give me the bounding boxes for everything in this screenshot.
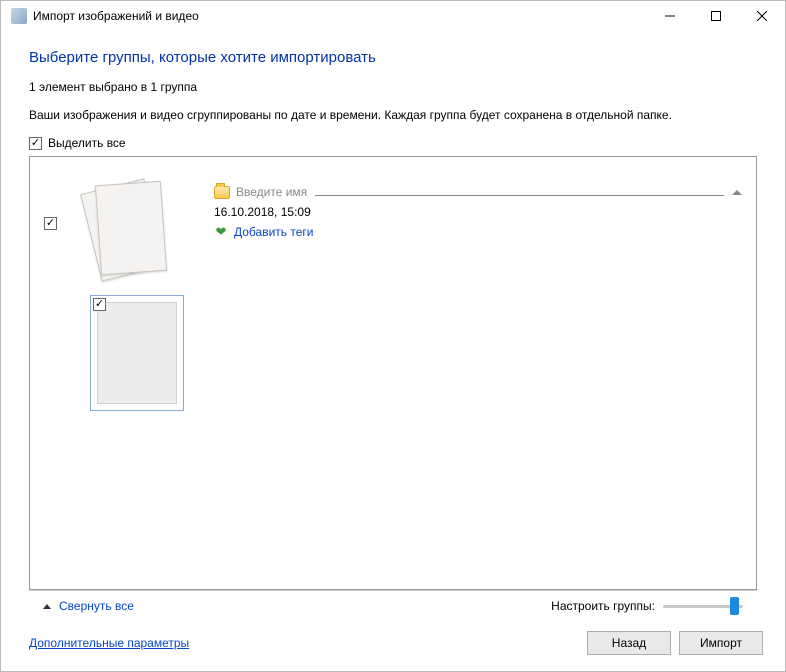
description-text: Ваши изображения и видео сгруппированы п… [29, 108, 757, 122]
group-checkbox[interactable] [44, 217, 57, 230]
list-bottom-bar: Свернуть все Настроить группы: [29, 590, 757, 621]
collapse-all-link[interactable]: Свернуть все [59, 599, 134, 613]
minimize-button[interactable] [647, 1, 693, 31]
thumbnail-item[interactable] [90, 295, 184, 411]
thumbnail-checkbox[interactable] [93, 298, 106, 311]
more-options-link[interactable]: Дополнительные параметры [29, 636, 189, 650]
selection-status: 1 элемент выбрано в 1 группа [29, 80, 757, 94]
select-all-checkbox[interactable] [29, 137, 42, 150]
window-title: Импорт изображений и видео [33, 9, 199, 23]
group-row: Введите имя 16.10.2018, 15:09 ❤ Добавить… [44, 175, 742, 281]
close-button[interactable] [739, 1, 785, 31]
adjust-groups-label: Настроить группы: [551, 599, 655, 613]
page-heading: Выберите группы, которые хотите импортир… [29, 49, 757, 66]
collapse-group-icon[interactable] [732, 190, 742, 195]
group-name-input[interactable]: Введите имя [236, 185, 307, 199]
titlebar: Импорт изображений и видео [1, 1, 785, 31]
tag-icon: ❤ [214, 225, 228, 239]
groups-list: Введите имя 16.10.2018, 15:09 ❤ Добавить… [29, 156, 757, 590]
footer: Дополнительные параметры Назад Импорт [1, 621, 785, 671]
group-stack-icon [90, 181, 170, 281]
folder-icon [214, 186, 230, 199]
app-icon [11, 8, 27, 24]
back-button[interactable]: Назад [587, 631, 671, 655]
group-size-slider[interactable] [663, 597, 743, 615]
maximize-button[interactable] [693, 1, 739, 31]
import-button[interactable]: Импорт [679, 631, 763, 655]
chevron-up-icon [43, 604, 51, 609]
add-tags-link[interactable]: Добавить теги [234, 225, 313, 239]
select-all-label: Выделить все [48, 136, 126, 150]
thumbnail-image [97, 302, 177, 404]
group-datetime: 16.10.2018, 15:09 [214, 205, 311, 219]
